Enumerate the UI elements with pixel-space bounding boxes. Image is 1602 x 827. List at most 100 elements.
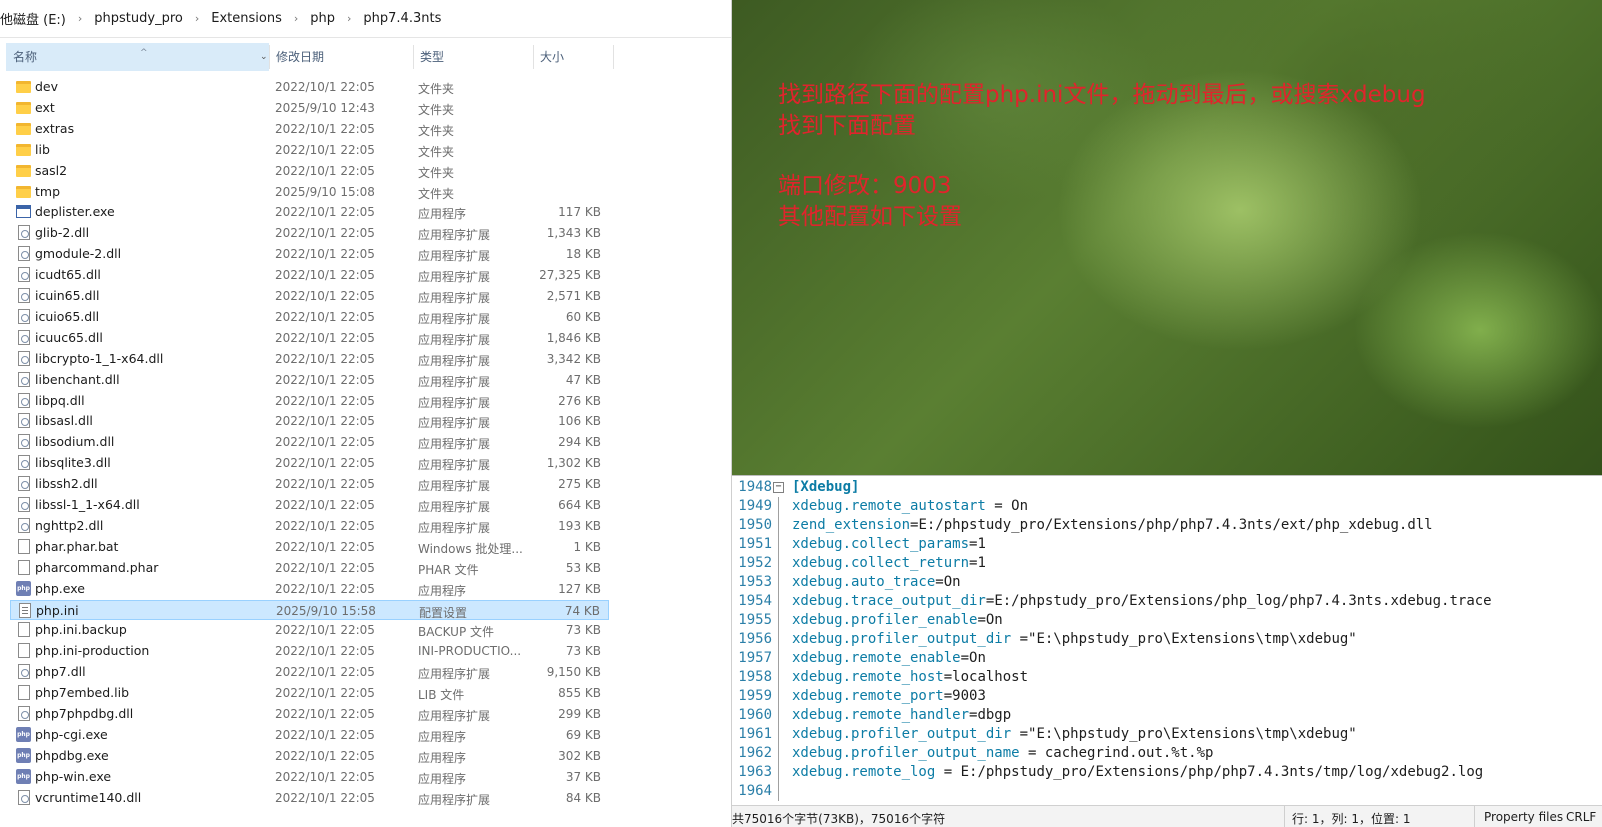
file-row[interactable]: libsqlite3.dll 2022/10/1 22:05 应用程序扩展 1,302… — [10, 453, 609, 473]
fold-guide — [778, 782, 779, 801]
file-row[interactable]: php.ini.backup 2022/10/1 22:05 BACKUP 文件 73… — [10, 620, 609, 640]
code-line[interactable]: 1948− [Xdebug] — [732, 478, 1602, 497]
column-header-date[interactable]: 修改日期 — [269, 43, 413, 71]
file-type: 应用程序扩展 — [418, 291, 491, 305]
file-row[interactable]: phar.phar.bat 2022/10/1 22:05 Windows 批处理.… — [10, 537, 609, 557]
breadcrumb-php[interactable]: php — [306, 11, 339, 26]
code-line[interactable]: 1964 — [732, 782, 1602, 801]
file-type: 应用程序扩展 — [418, 793, 491, 807]
file-row[interactable]: libssl-1_1-x64.dll 2022/10/1 22:05 应用程序扩展 6… — [10, 495, 609, 515]
breadcrumb-extensions[interactable]: Extensions — [207, 11, 286, 26]
file-row[interactable]: pharcommand.phar 2022/10/1 22:05 PHAR 文件 53… — [10, 558, 609, 578]
file-row[interactable]: glib-2.dll 2022/10/1 22:05 应用程序扩展 1,343 KB — [10, 223, 609, 243]
column-header-size[interactable]: 大小 — [533, 43, 613, 71]
code-line[interactable]: 1950 zend_extension=E:/phpstudy_pro/Exten… — [732, 516, 1602, 535]
config-operator: = — [943, 669, 953, 685]
file-row[interactable]: libssh2.dll 2022/10/1 22:05 应用程序扩展 275 KB — [10, 474, 609, 494]
file-row[interactable]: lib 2022/10/1 22:05 文件夹 — [10, 140, 609, 160]
breadcrumb-drive[interactable]: 他磁盘 (E:) — [0, 9, 70, 28]
code-line[interactable]: 1956 xdebug.profiler_output_dir ="E:\phps… — [732, 630, 1602, 649]
file-row[interactable]: php php-cgi.exe 2022/10/1 22:05 应用程序 69 KB — [10, 725, 609, 745]
file-row[interactable]: deplister.exe 2022/10/1 22:05 应用程序 117 KB — [10, 202, 609, 222]
file-row[interactable]: nghttp2.dll 2022/10/1 22:05 应用程序扩展 193 KB — [10, 516, 609, 536]
code-line[interactable]: 1959 xdebug.remote_port=9003 — [732, 687, 1602, 706]
file-row[interactable]: icuin65.dll 2022/10/1 22:05 应用程序扩展 2,571 KB — [10, 286, 609, 306]
annotation-text: 找到路径下面的配置php.ini文件，拖动到最后，或搜索xdebug 找到下面配… — [778, 80, 1426, 233]
file-name: deplister.exe — [35, 204, 115, 219]
file-type: 应用程序 — [418, 584, 467, 598]
file-row[interactable]: dev 2022/10/1 22:05 文件夹 — [10, 77, 609, 97]
file-row[interactable]: php phpdbg.exe 2022/10/1 22:05 应用程序 302 KB — [10, 746, 609, 766]
file-size: 275 KB — [558, 477, 601, 491]
file-size: 302 KB — [558, 749, 601, 763]
column-divider[interactable] — [613, 45, 614, 69]
fold-guide — [778, 592, 779, 611]
file-row[interactable]: icudt65.dll 2022/10/1 22:05 应用程序扩展 27,325 K… — [10, 265, 609, 285]
code-line[interactable]: 1955 xdebug.profiler_enable=On — [732, 611, 1602, 630]
chevron-down-icon[interactable]: ⌄ — [260, 43, 268, 71]
line-text: xdebug.remote_log = E:/phpstudy_pro/Exte… — [792, 763, 1483, 782]
file-row[interactable]: vcruntime140.dll 2022/10/1 22:05 应用程序扩展 84 … — [10, 788, 609, 808]
column-header-name[interactable]: 名称 ^ ⌄ — [6, 43, 269, 71]
column-headers: 名称 ^ ⌄ 修改日期 类型 大小 — [0, 43, 614, 71]
annotation-line-3: 端口修改：9003 — [778, 173, 952, 199]
file-row[interactable]: icuio65.dll 2022/10/1 22:05 应用程序扩展 60 KB — [10, 307, 609, 327]
line-number: 1962 — [738, 745, 772, 761]
line-number: 1958 — [738, 669, 772, 685]
code-line[interactable]: 1949 xdebug.remote_autostart = On — [732, 497, 1602, 516]
code-line[interactable]: 1952 xdebug.collect_return=1 — [732, 554, 1602, 573]
file-row[interactable]: libcrypto-1_1-x64.dll 2022/10/1 22:05 应用程序… — [10, 349, 609, 369]
file-row[interactable]: libpq.dll 2022/10/1 22:05 应用程序扩展 276 KB — [10, 391, 609, 411]
code-line[interactable]: 1962 xdebug.profiler_output_name = cacheg… — [732, 744, 1602, 763]
file-row[interactable]: ext 2025/9/10 12:43 文件夹 — [10, 98, 609, 118]
file-name: php7phpdbg.dll — [35, 706, 134, 721]
code-line[interactable]: 1953 xdebug.auto_trace=On — [732, 573, 1602, 592]
column-header-type[interactable]: 类型 — [413, 43, 533, 71]
file-row[interactable]: gmodule-2.dll 2022/10/1 22:05 应用程序扩展 18 KB — [10, 244, 609, 264]
code-area[interactable]: 1948− [Xdebug] 1949 xdebug.remote_autostart… — [732, 478, 1602, 801]
file-name: libsodium.dll — [35, 434, 115, 449]
dll-icon — [16, 330, 31, 346]
file-type: INI-PRODUCTIO... — [418, 644, 522, 658]
config-key: xdebug.profiler_enable — [792, 612, 978, 628]
file-size: 74 KB — [564, 604, 600, 618]
breadcrumb[interactable]: 他磁盘 (E:) › phpstudy_pro › Extensions › p… — [0, 0, 731, 38]
breadcrumb-php743nts[interactable]: php7.4.3nts — [359, 11, 445, 26]
code-line[interactable]: 1963 xdebug.remote_log = E:/phpstudy_pro/… — [732, 763, 1602, 782]
file-size: 127 KB — [558, 582, 601, 596]
file-type: 文件夹 — [418, 187, 455, 201]
file-name: icudt65.dll — [35, 267, 101, 282]
file-name: phar.phar.bat — [35, 539, 119, 554]
file-row[interactable]: php7phpdbg.dll 2022/10/1 22:05 应用程序扩展 299 K… — [10, 704, 609, 724]
line-number: 1961 — [738, 726, 772, 742]
code-line[interactable]: 1958 xdebug.remote_host=localhost — [732, 668, 1602, 687]
file-row[interactable]: sasl2 2022/10/1 22:05 文件夹 — [10, 161, 609, 181]
breadcrumb-phpstudy[interactable]: phpstudy_pro — [90, 11, 187, 26]
file-row[interactable]: php php-win.exe 2022/10/1 22:05 应用程序 37 KB — [10, 767, 609, 787]
code-line[interactable]: 1961 xdebug.profiler_output_dir ="E:\phps… — [732, 725, 1602, 744]
file-name: dev — [35, 79, 59, 94]
file-type: 应用程序扩展 — [418, 354, 491, 368]
status-divider — [1474, 806, 1475, 827]
file-row[interactable]: php.ini 2025/9/10 15:58 配置设置 74 KB — [10, 600, 609, 620]
file-row[interactable]: php php.exe 2022/10/1 22:05 应用程序 127 KB — [10, 579, 609, 599]
file-row[interactable]: extras 2022/10/1 22:05 文件夹 — [10, 119, 609, 139]
fold-guide — [778, 668, 779, 687]
file-row[interactable]: tmp 2025/9/10 15:08 文件夹 — [10, 182, 609, 202]
file-row[interactable]: libsasl.dll 2022/10/1 22:05 应用程序扩展 106 KB — [10, 411, 609, 431]
file-date: 2022/10/1 22:05 — [275, 707, 375, 721]
file-row[interactable]: libenchant.dll 2022/10/1 22:05 应用程序扩展 47 KB — [10, 370, 609, 390]
file-row[interactable]: php7.dll 2022/10/1 22:05 应用程序扩展 9,150 KB — [10, 662, 609, 682]
code-line[interactable]: 1954 xdebug.trace_output_dir=E:/phpstudy_… — [732, 592, 1602, 611]
file-row[interactable]: php7embed.lib 2022/10/1 22:05 LIB 文件 855 KB — [10, 683, 609, 703]
code-line[interactable]: 1951 xdebug.collect_params=1 — [732, 535, 1602, 554]
file-row[interactable]: icuuc65.dll 2022/10/1 22:05 应用程序扩展 1,846 KB — [10, 328, 609, 348]
file-date: 2022/10/1 22:05 — [275, 247, 375, 261]
code-line[interactable]: 1957 xdebug.remote_enable=On — [732, 649, 1602, 668]
code-line[interactable]: 1960 xdebug.remote_handler=dbgp — [732, 706, 1602, 725]
file-row[interactable]: libsodium.dll 2022/10/1 22:05 应用程序扩展 294 KB — [10, 432, 609, 452]
fold-collapse-icon[interactable]: − — [773, 482, 784, 493]
file-row[interactable]: php.ini-production 2022/10/1 22:05 INI-PRO… — [10, 641, 609, 661]
file-size: 9,150 KB — [546, 665, 601, 679]
file-size: 117 KB — [558, 205, 601, 219]
